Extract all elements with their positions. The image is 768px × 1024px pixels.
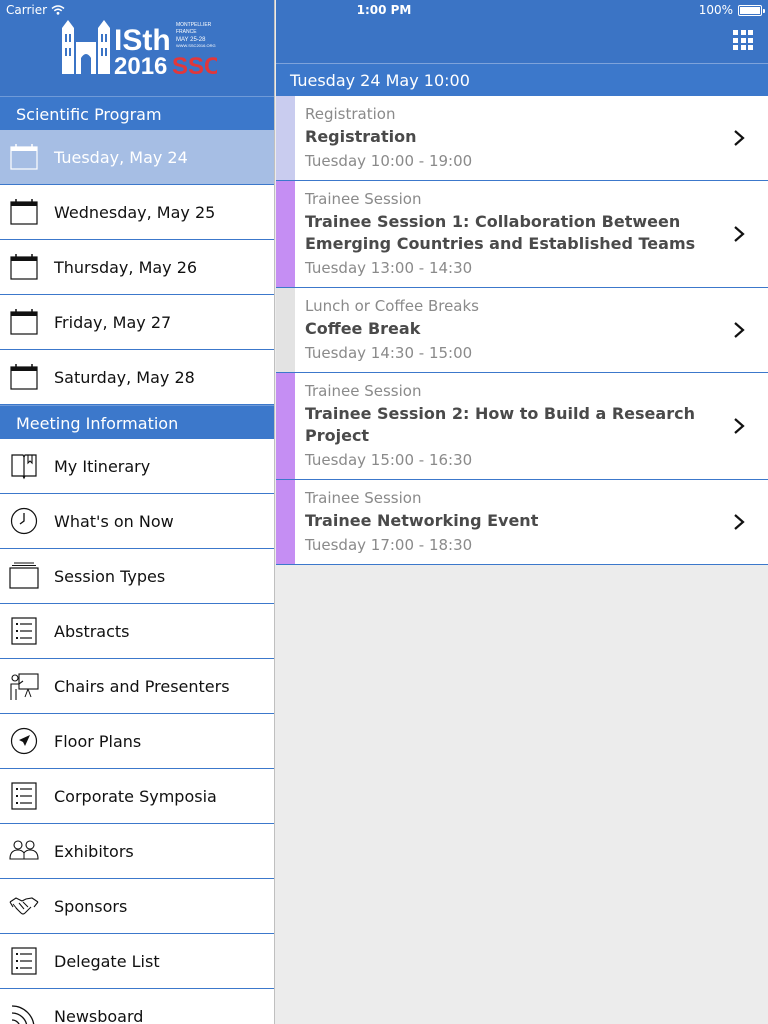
sidebar-item-label: Tuesday, May 24 (54, 147, 188, 167)
sidebar-item-my-itinerary[interactable]: My Itinerary (0, 439, 274, 494)
status-time: 1:00 PM (356, 3, 412, 17)
battery-icon (738, 4, 765, 16)
grid-menu-icon[interactable] (733, 30, 753, 50)
stack-icon (9, 561, 39, 591)
sidebar-item-abstracts[interactable]: Abstracts (0, 604, 274, 659)
section-scientific-program: Scientific Program (0, 96, 274, 130)
session-title: Trainee Networking Event (305, 511, 539, 530)
list-icon (9, 616, 39, 646)
sidebar-item-exhibitors[interactable]: Exhibitors (0, 824, 274, 879)
session-row[interactable]: Trainee Session Trainee Session 1: Colla… (276, 181, 768, 288)
sidebar-item-label: Wednesday, May 25 (54, 202, 216, 222)
calendar-icon (9, 142, 39, 172)
main-panel: Tuesday 24 May 10:00 Registration Regist… (276, 0, 768, 1024)
book-icon (9, 451, 39, 481)
session-row[interactable]: Trainee Session Trainee Networking Event… (276, 480, 768, 565)
logo-ssc: SSC (172, 53, 217, 78)
sidebar-item-label: Saturday, May 28 (54, 367, 195, 387)
rss-icon (9, 1001, 39, 1024)
session-title: Trainee Session 1: Collaboration Between… (305, 212, 696, 253)
session-time: Tuesday 15:00 - 16:30 (305, 451, 473, 469)
sidebar-item-label: Exhibitors (54, 841, 134, 861)
sidebar-item-whats-on-now[interactable]: What's on Now (0, 494, 274, 549)
session-color-stripe (276, 288, 295, 372)
calendar-icon (9, 362, 39, 392)
logo-city: MONTPELLIER (176, 22, 212, 28)
session-type: Trainee Session (305, 190, 422, 208)
sidebar-item-chairs-presenters[interactable]: Chairs and Presenters (0, 659, 274, 714)
sidebar-item-label: What's on Now (54, 511, 174, 531)
sidebar-item-label: Newsboard (54, 1006, 144, 1024)
section-meeting-information: Meeting Information (0, 405, 274, 439)
sidebar-item-label: Thursday, May 26 (54, 257, 198, 277)
sidebar-item-saturday[interactable]: Saturday, May 28 (0, 350, 274, 405)
session-color-stripe (276, 373, 295, 479)
sidebar-item-newsboard[interactable]: Newsboard (0, 989, 274, 1024)
session-title: Trainee Session 2: How to Build a Resear… (305, 404, 695, 445)
sidebar-item-label: Friday, May 27 (54, 312, 172, 332)
sidebar-item-label: Floor Plans (54, 731, 142, 751)
session-row[interactable]: Trainee Session Trainee Session 2: How t… (276, 373, 768, 480)
sidebar-item-label: Session Types (54, 566, 166, 586)
session-time: Tuesday 14:30 - 15:00 (305, 344, 473, 362)
session-color-stripe (276, 96, 295, 180)
sidebar: ISth 2016 SSC MONTPELLIER FRANCE MAY 25-… (0, 0, 275, 1024)
battery-percent: 100% (698, 3, 733, 17)
session-type: Lunch or Coffee Breaks (305, 297, 480, 315)
status-battery: 100% (698, 3, 765, 17)
sidebar-item-corporate-symposia[interactable]: Corporate Symposia (0, 769, 274, 824)
handshake-icon (9, 891, 39, 921)
session-row[interactable]: Lunch or Coffee Breaks Coffee Break Tues… (276, 288, 768, 373)
calendar-icon (9, 307, 39, 337)
list-icon (9, 781, 39, 811)
session-color-stripe (276, 181, 295, 287)
clock-icon (9, 506, 39, 536)
session-time: Tuesday 10:00 - 19:00 (305, 152, 473, 170)
sidebar-item-label: Abstracts (54, 621, 130, 641)
status-bar: Carrier 1:00 PM 100% (0, 0, 768, 20)
session-color-stripe (276, 480, 295, 564)
calendar-icon (9, 252, 39, 282)
session-title: Registration (305, 127, 417, 146)
session-type: Registration (305, 105, 396, 123)
sidebar-item-tuesday[interactable]: Tuesday, May 24 (0, 130, 274, 185)
session-type: Trainee Session (305, 489, 422, 507)
sidebar-item-friday[interactable]: Friday, May 27 (0, 295, 274, 350)
sidebar-item-sponsors[interactable]: Sponsors (0, 879, 274, 934)
logo-site: WWW.SSC2016.ORG (176, 43, 216, 48)
presenter-icon (9, 671, 39, 701)
chevron-right-icon (734, 226, 745, 242)
chevron-right-icon (734, 322, 745, 338)
sidebar-item-floor-plans[interactable]: Floor Plans (0, 714, 274, 769)
sidebar-item-thursday[interactable]: Thursday, May 26 (0, 240, 274, 295)
sidebar-item-delegate-list[interactable]: Delegate List (0, 934, 274, 989)
sidebar-item-label: Chairs and Presenters (54, 676, 230, 696)
session-time: Tuesday 13:00 - 14:30 (305, 259, 473, 277)
logo-country: FRANCE (176, 29, 197, 35)
compass-icon (9, 726, 39, 756)
chevron-right-icon (734, 418, 745, 434)
list-icon (9, 946, 39, 976)
session-row[interactable]: Registration Registration Tuesday 10:00 … (276, 96, 768, 181)
calendar-icon (9, 197, 39, 227)
sidebar-item-label: Delegate List (54, 951, 160, 971)
session-title: Coffee Break (305, 319, 421, 338)
logo-year: 2016 (114, 53, 167, 78)
conference-logo[interactable]: ISth 2016 SSC MONTPELLIER FRANCE MAY 25-… (62, 20, 217, 78)
chevron-right-icon (734, 514, 745, 530)
sidebar-item-label: My Itinerary (54, 456, 151, 476)
sidebar-item-session-types[interactable]: Session Types (0, 549, 274, 604)
sidebar-item-label: Sponsors (54, 896, 128, 916)
sidebar-item-wednesday[interactable]: Wednesday, May 25 (0, 185, 274, 240)
session-type: Trainee Session (305, 382, 422, 400)
chevron-right-icon (734, 130, 745, 146)
people-icon (9, 836, 39, 866)
date-header: Tuesday 24 May 10:00 (276, 63, 768, 96)
sidebar-item-label: Corporate Symposia (54, 786, 217, 806)
session-time: Tuesday 17:00 - 18:30 (305, 536, 473, 554)
